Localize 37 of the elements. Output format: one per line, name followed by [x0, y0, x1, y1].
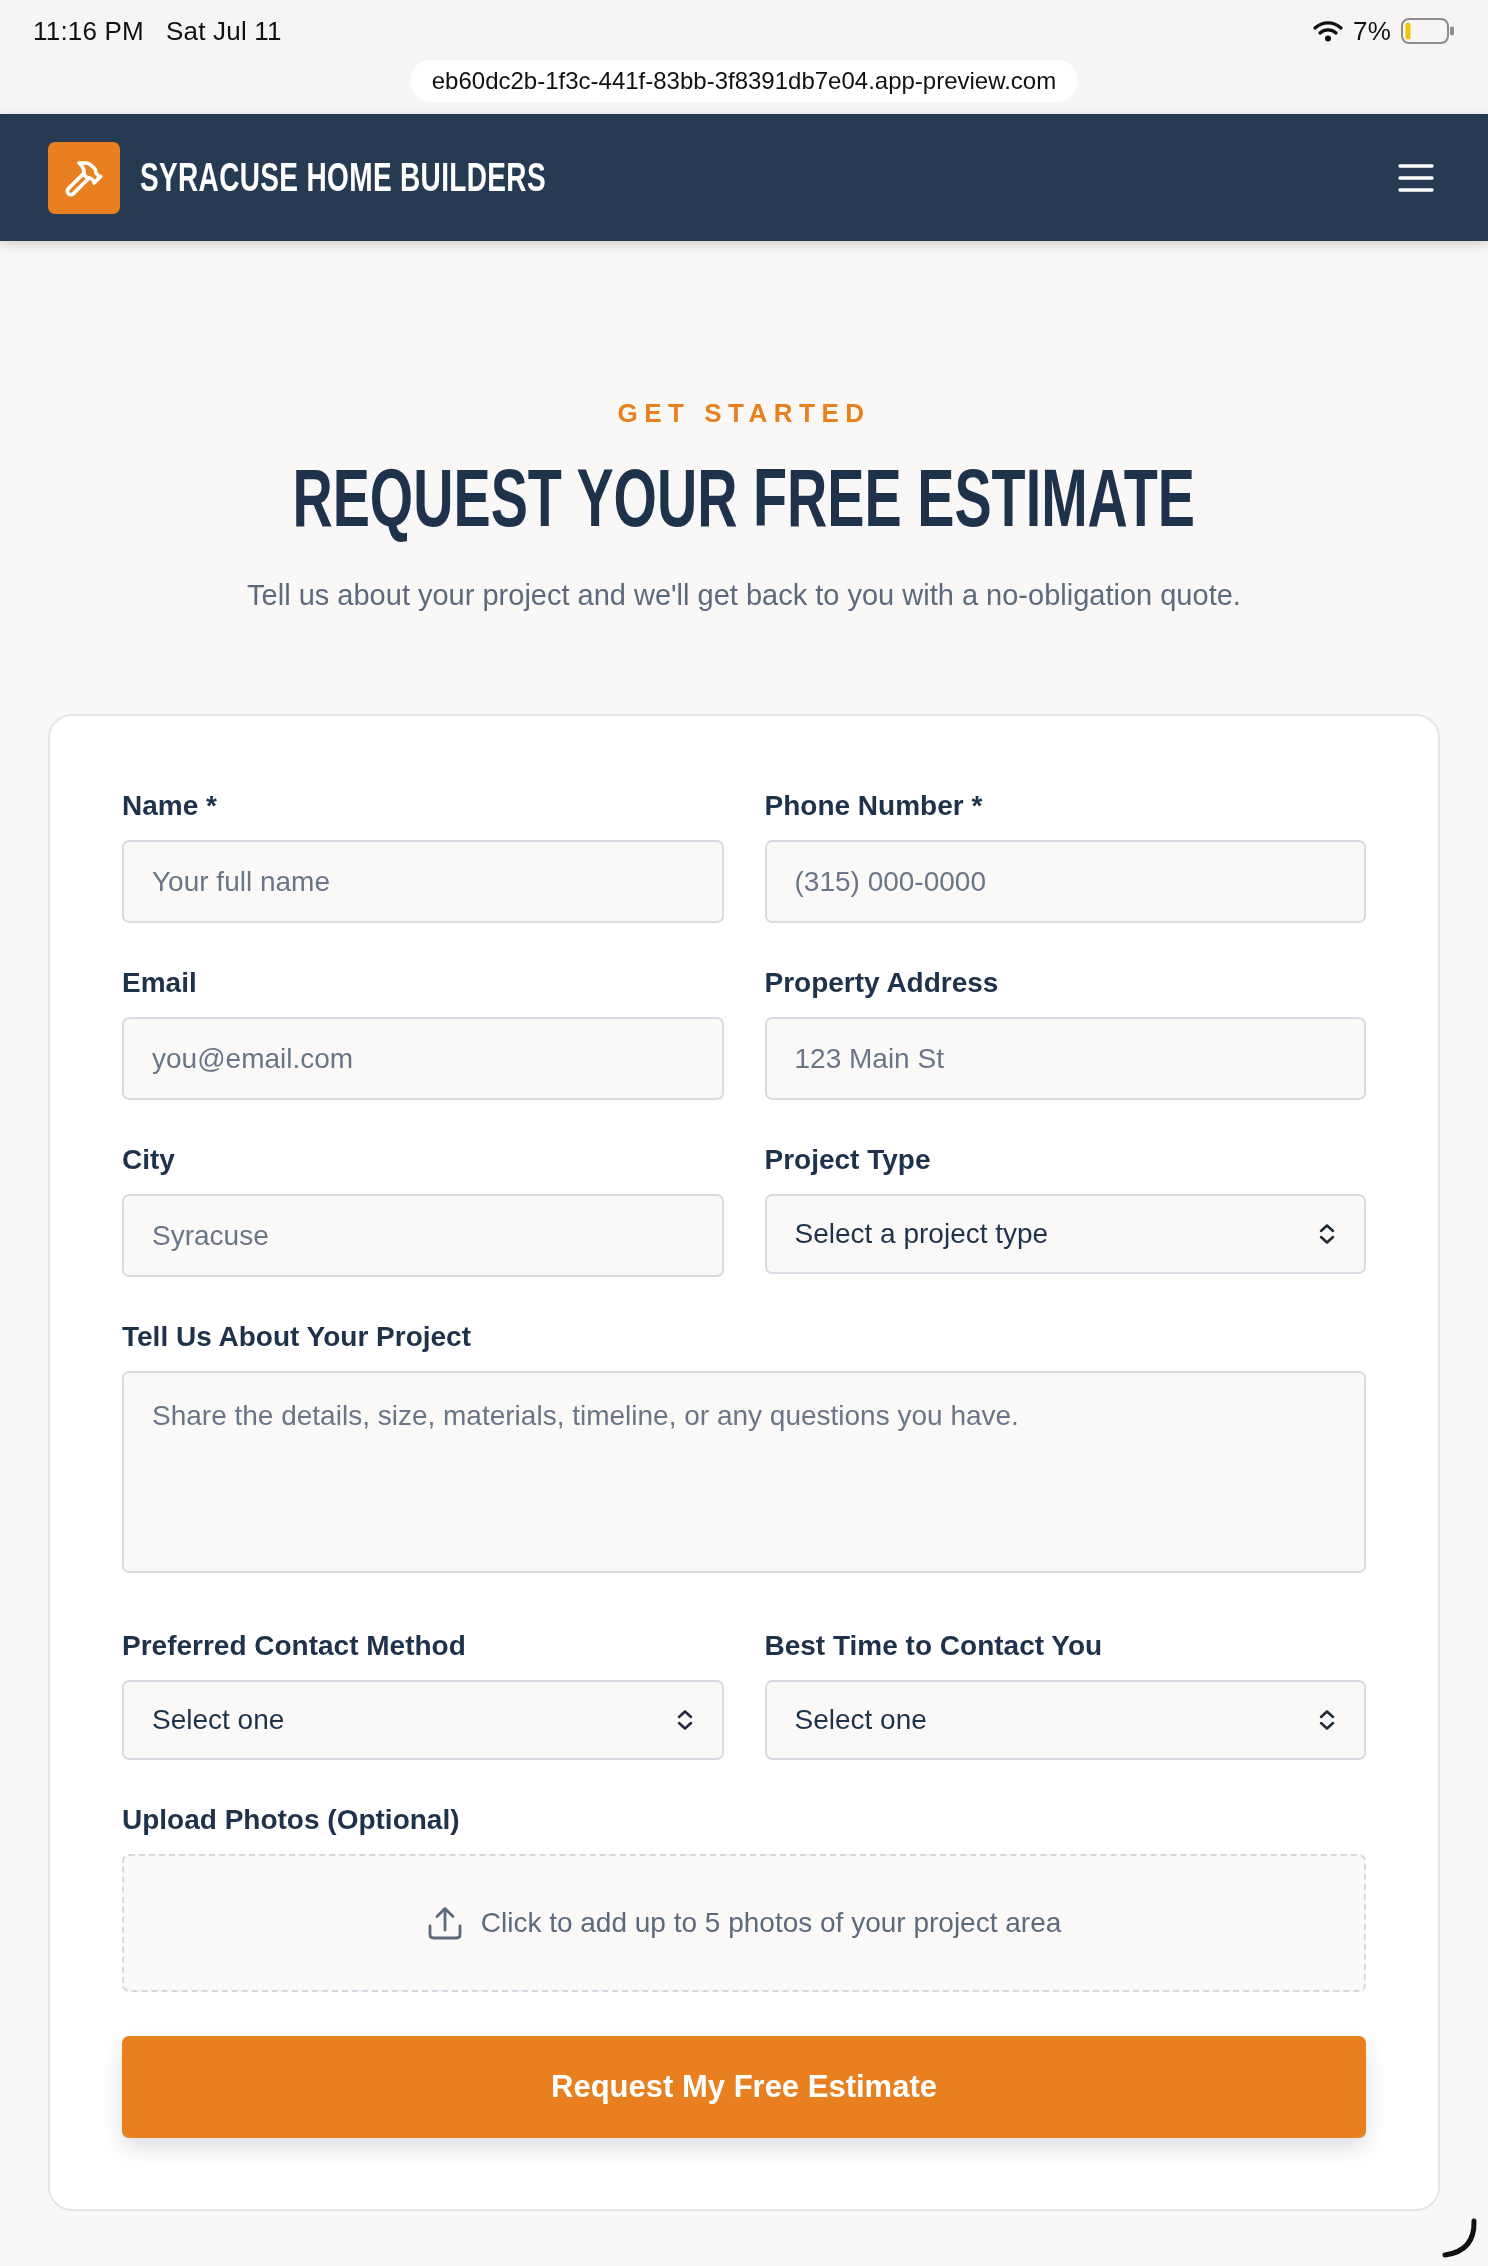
text-input[interactable]: Syracuse: [122, 1194, 724, 1277]
chevron-updown-icon: [675, 1709, 694, 1731]
upload-icon: [426, 1905, 463, 1941]
field-label: Best Time to Contact You: [764, 1630, 1103, 1662]
field-label: Upload Photos (Optional): [122, 1804, 460, 1836]
page-subtitle: Tell us about your project and we'll get back to you with a no-obligation quote.: [247, 578, 1241, 613]
field-label: Email: [122, 967, 197, 999]
text-input[interactable]: Your full name: [122, 840, 724, 923]
select-dropdown[interactable]: Select one: [122, 1680, 724, 1760]
field-label: Phone Number *: [764, 790, 983, 822]
chevron-updown-icon: [1318, 1709, 1336, 1731]
field-label: Tell Us About Your Project: [122, 1321, 471, 1353]
status-time: 11:16 PM: [33, 15, 144, 47]
wifi-icon: [1313, 20, 1343, 42]
status-date: Sat Jul 11: [165, 15, 282, 47]
textarea-input[interactable]: Share the details, size, materials, timeline, or any questions you have.: [122, 1371, 1366, 1573]
field-label: Preferred Contact Method: [122, 1630, 466, 1662]
select-dropdown[interactable]: Select one: [764, 1680, 1366, 1760]
field-label: Name *: [122, 790, 217, 822]
field-label: Property Address: [764, 967, 999, 999]
battery-percentage: 7%: [1353, 15, 1391, 47]
chevron-updown-icon: [1318, 1223, 1336, 1245]
upload-dropzone[interactable]: Click to add up to 5 photos of your project area: [122, 1854, 1366, 1992]
menu-icon[interactable]: [1398, 163, 1434, 192]
text-input[interactable]: 123 Main St: [764, 1017, 1366, 1100]
page-title: REQUEST YOUR FREE ESTIMATE: [292, 453, 1196, 543]
text-input[interactable]: (315) 000-0000: [764, 840, 1366, 923]
battery-icon: [1401, 18, 1455, 44]
address-bar[interactable]: eb60dc2b-1f3c-441f-83bb-3f8391db7e04.app-preview.com: [409, 60, 1079, 102]
resize-handle-icon[interactable]: [1441, 2218, 1479, 2258]
field-label: City: [122, 1144, 175, 1176]
select-dropdown[interactable]: Select a project type: [764, 1194, 1366, 1274]
hammer-icon[interactable]: [48, 141, 120, 214]
field-label: Project Type: [764, 1144, 931, 1176]
text-input[interactable]: you@email.com: [122, 1017, 724, 1100]
brand-name[interactable]: SYRACUSE HOME BUILDERS: [140, 155, 546, 200]
section-eyebrow: GET STARTED: [617, 398, 871, 428]
